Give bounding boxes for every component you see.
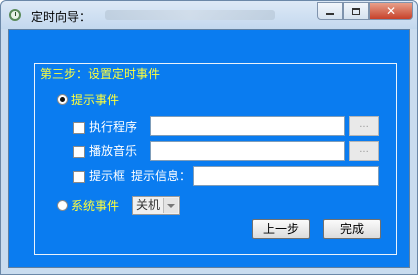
- music-path-input[interactable]: [150, 141, 345, 161]
- system-action-select[interactable]: 关机: [132, 196, 180, 215]
- run-program-label[interactable]: 执行程序: [89, 118, 137, 135]
- prev-step-button[interactable]: 上一步: [252, 219, 310, 239]
- browse-program-button[interactable]: ...: [349, 116, 379, 136]
- program-path-input[interactable]: [150, 116, 345, 136]
- system-event-radio[interactable]: [57, 200, 68, 211]
- play-music-checkbox[interactable]: [73, 146, 85, 158]
- run-program-checkbox[interactable]: [73, 122, 85, 134]
- prompt-info-label: 提示信息：: [131, 169, 192, 183]
- step-title: 第三步：设置定时事件: [40, 67, 161, 81]
- prompt-info-input[interactable]: [193, 166, 379, 186]
- finish-button[interactable]: 完成: [323, 219, 381, 239]
- maximize-icon: [352, 7, 360, 15]
- minimize-button[interactable]: [317, 2, 343, 20]
- blurred-title-text: [105, 10, 275, 20]
- minimize-icon: [326, 13, 334, 15]
- clock-icon: [9, 9, 21, 21]
- system-action-value: 关机: [136, 198, 161, 212]
- prompt-event-label[interactable]: 提示事件: [71, 91, 119, 108]
- close-icon: ✕: [385, 4, 397, 18]
- system-event-label[interactable]: 系统事件: [71, 197, 119, 214]
- chevron-down-icon[interactable]: [163, 198, 178, 213]
- client-area: 第三步：设置定时事件 提示事件 执行程序 ... 播放音乐 ... 提示框 提示…: [8, 29, 410, 268]
- maximize-button[interactable]: [343, 2, 369, 20]
- prompt-box-checkbox[interactable]: [73, 171, 85, 183]
- prompt-event-radio[interactable]: [57, 94, 68, 105]
- title-bar[interactable]: 定时向导： ✕: [1, 1, 417, 29]
- prompt-box-label[interactable]: 提示框: [89, 167, 125, 184]
- browse-music-button[interactable]: ...: [349, 141, 379, 161]
- play-music-label[interactable]: 播放音乐: [89, 142, 137, 159]
- wizard-window: 定时向导： ✕ 第三步：设置定时事件 提示事件 执行程序 ... 播放音乐 ..…: [0, 0, 418, 275]
- window-title: 定时向导：: [31, 10, 92, 24]
- close-button[interactable]: ✕: [369, 2, 413, 20]
